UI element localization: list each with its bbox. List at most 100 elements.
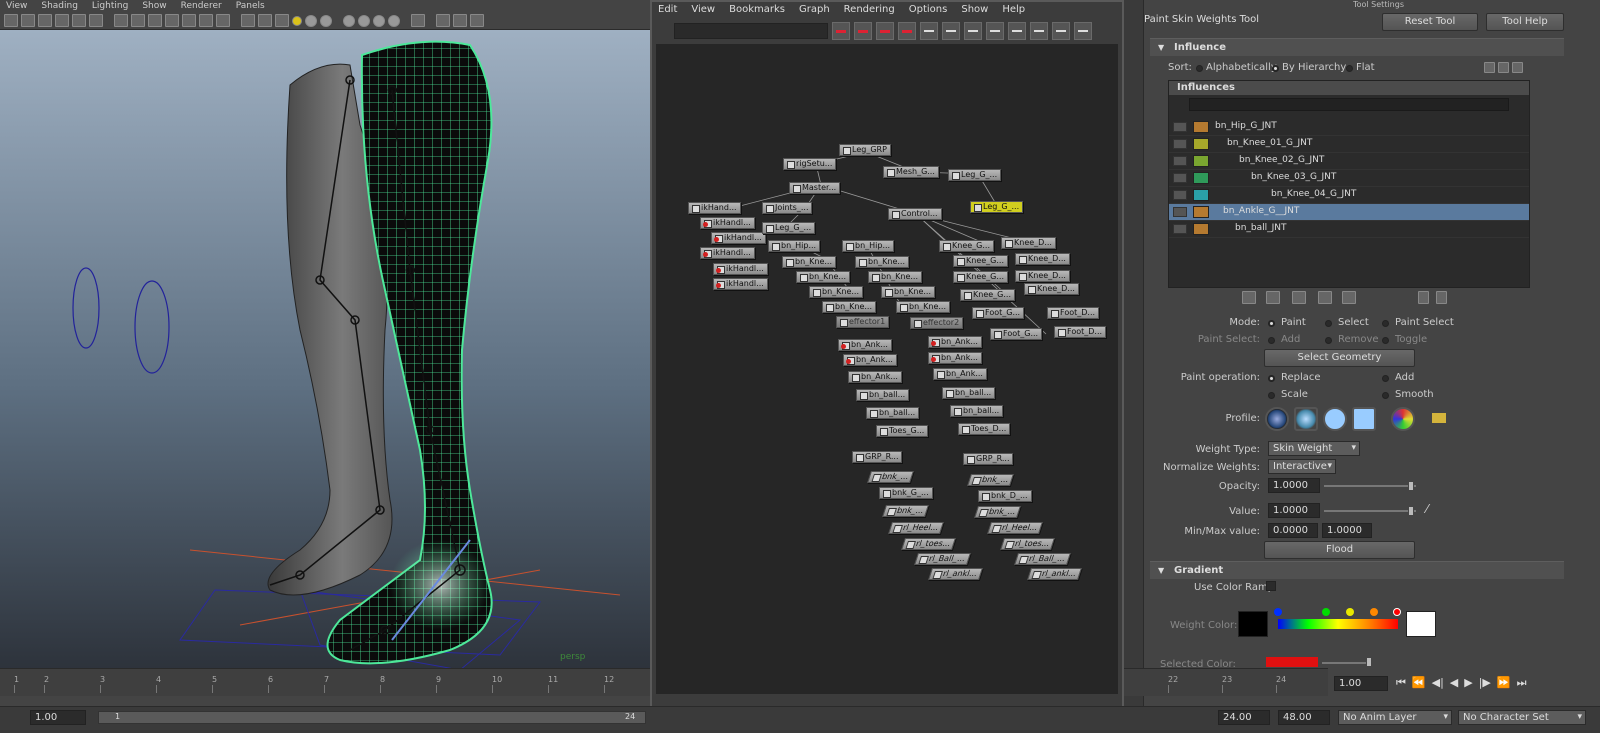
weight-type-dropdown[interactable]: Skin Weight [1268,441,1360,456]
textured-icon[interactable] [320,14,332,27]
eyedropper-icon[interactable]: ⁄ [1426,502,1428,516]
hg-node[interactable]: bn_Ank... [928,336,982,348]
ramp-key-yellow[interactable] [1346,608,1354,616]
range-total-field[interactable]: 48.00 [1278,710,1330,725]
control-circle-left[interactable] [72,267,100,349]
hg-menu-graph[interactable]: Graph [799,2,830,18]
safe-action-icon[interactable] [199,14,213,27]
step-back-frame-icon[interactable]: ◀| [1432,676,1444,690]
default-lighting-icon[interactable] [292,15,302,26]
hg-node-ikhandle[interactable]: ikHandl... [713,263,768,275]
grid-icon[interactable] [114,14,128,27]
motion-blur-icon[interactable] [358,14,370,27]
input-connections-icon[interactable] [920,22,938,40]
hg-node[interactable]: Knee_G... [953,255,1008,267]
hg-node[interactable]: Joints_... [762,202,813,214]
hg-node[interactable]: Knee_G... [960,289,1015,301]
hg-node[interactable]: GRP_R... [963,453,1014,465]
profile-soft-icon[interactable] [1294,407,1318,431]
hg-node-effector[interactable]: effector2 [910,317,964,329]
hg-node[interactable]: bn_Ank... [848,371,902,383]
hg-node[interactable]: Toes_D... [958,423,1011,435]
step-forward-key-icon[interactable]: ⏩ [1497,676,1511,690]
play-backwards-icon[interactable]: ◀ [1450,676,1458,690]
mode-paint-radio[interactable] [1268,320,1275,327]
influence-row[interactable]: bn_Knee_01_G_JNT [1169,136,1529,153]
hg-node[interactable]: Foot_G... [990,328,1043,340]
hg-node[interactable]: rl_Heel... [987,522,1044,534]
multisample-icon[interactable] [373,14,385,27]
paint-op-replace-radio[interactable] [1268,375,1275,382]
hg-node-ikhandle[interactable]: ikHandl... [700,247,755,259]
profile-gaussian-icon[interactable] [1265,407,1289,431]
value-field[interactable]: 1.0000 [1268,503,1320,518]
influence-row[interactable]: bn_Knee_03_G_JNT [1169,170,1529,187]
isolate-select-icon[interactable] [411,14,425,27]
collapse-list-icon[interactable] [1436,291,1447,304]
hg-node-ikhandle[interactable]: ikHandl... [711,232,766,244]
lock-icon[interactable] [1173,190,1187,200]
camera-select-icon[interactable] [4,14,18,27]
hg-node[interactable]: bnk_... [967,474,1015,486]
horizontal-layout-icon[interactable] [1008,22,1026,40]
lock-icon[interactable] [1173,122,1187,132]
hg-node[interactable]: Knee_D... [1015,270,1070,282]
hg-node[interactable]: Knee_D... [1015,253,1070,265]
hg-node[interactable]: Foot_D... [1054,326,1107,338]
influence-color-swatch[interactable] [1193,138,1209,150]
hg-node[interactable]: bn_ball... [856,389,910,401]
step-forward-frame-icon[interactable]: |▶ [1479,676,1491,690]
hg-node[interactable]: Master... [789,182,841,194]
xray-components-icon[interactable] [470,14,484,27]
sort-flat-radio[interactable] [1346,65,1353,72]
hg-node[interactable]: bn_Kne... [782,256,837,268]
profile-image-icon[interactable] [1391,407,1415,431]
influence-row[interactable]: bn_Knee_04_G_JNT [1169,187,1529,204]
hg-node[interactable]: rl_Heel... [888,522,945,534]
hg-node-ikhandle[interactable]: ikHandl... [713,278,768,290]
field-chart-icon[interactable] [182,14,196,27]
sort-by-hierarchy-radio[interactable] [1272,65,1279,72]
hg-menu-edit[interactable]: Edit [658,2,677,18]
ramp-key-green[interactable] [1322,608,1330,616]
hg-node[interactable]: bn_Kne... [822,301,877,313]
grease-pencil-icon[interactable] [72,14,86,27]
range-slider[interactable]: 1.00 1 24 24.00 48.00 No Anim Layer No C… [0,706,1600,733]
character-set-dropdown[interactable]: No Character Set [1458,710,1586,725]
hg-node[interactable]: Control... [888,208,942,220]
play-forwards-icon[interactable]: ▶ [1464,676,1472,690]
bookmark-graph-icon[interactable] [1074,22,1092,40]
hypergraph-canvas[interactable]: Leg_GRP rigSetu... Mesh_G... Leg_G_... M… [656,44,1118,694]
opacity-slider[interactable] [1324,485,1416,487]
gradient-section-header[interactable]: Gradient [1150,561,1564,579]
ramp-key-red[interactable] [1393,608,1401,616]
weight-color-max-swatch[interactable] [1406,611,1436,637]
influence-color-swatch[interactable] [1193,206,1209,218]
xray-icon[interactable] [436,14,450,27]
opacity-slider-handle[interactable] [1408,481,1414,491]
scene-hierarchy-icon[interactable] [964,22,982,40]
paint-select-remove-radio[interactable] [1325,337,1332,344]
freeform-layout-icon[interactable] [1052,22,1070,40]
step-back-key-icon[interactable]: ⏪ [1412,676,1426,690]
hg-node[interactable]: bn_Kne... [896,301,951,313]
hg-menu-options[interactable]: Options [909,2,948,18]
sort-alphabetically-radio[interactable] [1196,65,1203,72]
min-value-field[interactable]: 0.0000 [1268,523,1318,538]
hg-menu-help[interactable]: Help [1002,2,1025,18]
lock-icon[interactable] [1173,207,1187,217]
profile-solid-icon[interactable] [1323,407,1347,431]
influence-color-swatch[interactable] [1193,155,1209,167]
select-geometry-button[interactable]: Select Geometry [1264,349,1415,367]
flood-button[interactable]: Flood [1264,541,1415,559]
expand-list-icon[interactable] [1418,291,1429,304]
hg-node[interactable]: Knee_G... [939,240,994,252]
weight-hammer-icon[interactable] [1292,291,1306,304]
lock-icon[interactable] [1173,224,1187,234]
go-to-end-icon[interactable]: ⏭ [1517,676,1527,690]
depth-of-field-icon[interactable] [388,14,400,27]
normalize-weights-dropdown[interactable]: Interactive [1268,459,1336,474]
hg-node[interactable]: bnk_D_... [978,490,1032,502]
hg-node[interactable]: bn_Hip... [842,240,895,252]
hg-node-selected[interactable]: Leg_G_... [970,201,1024,213]
